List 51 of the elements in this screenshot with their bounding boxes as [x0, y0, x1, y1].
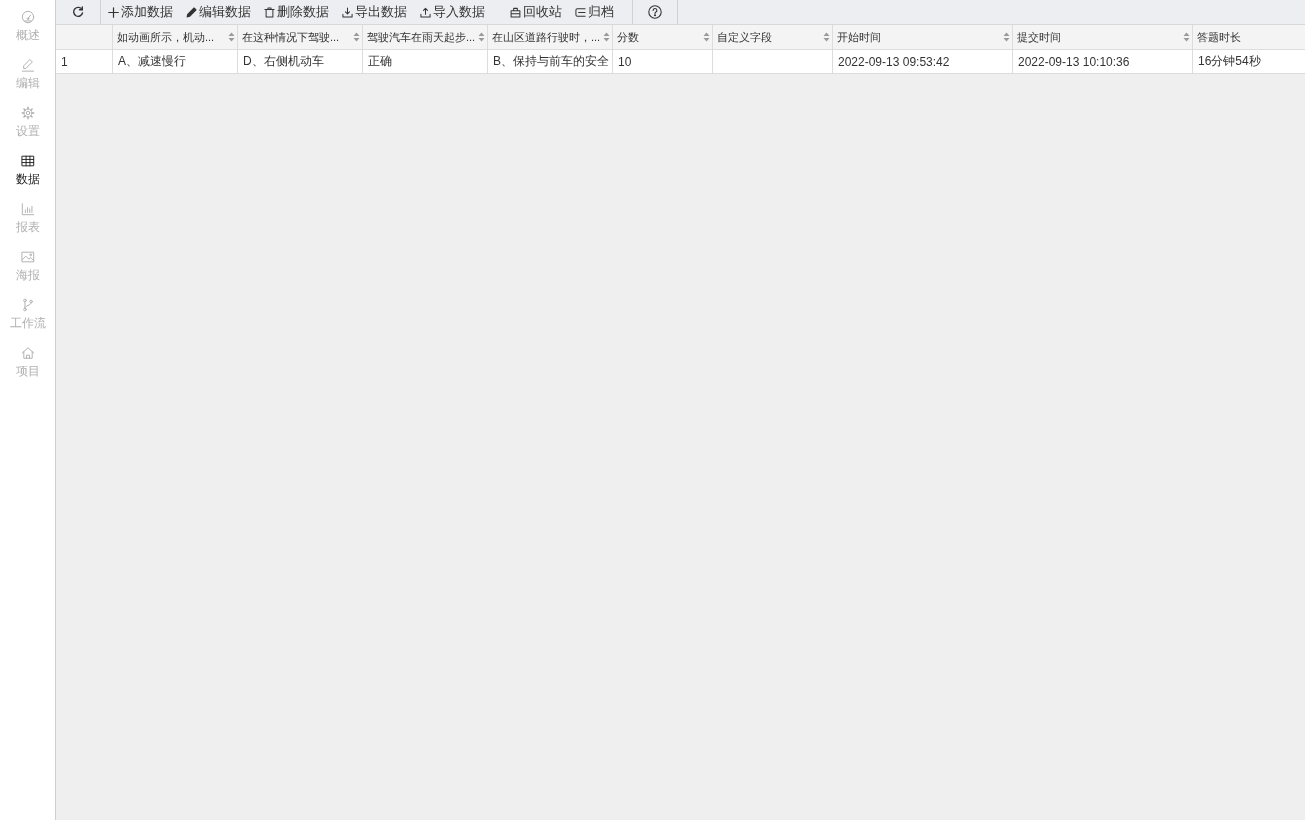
toolbar-button[interactable]: 回收站	[508, 0, 564, 24]
gear-icon	[20, 106, 35, 120]
column-header[interactable]: 开始时间	[833, 25, 1013, 50]
bar-chart-icon	[20, 202, 35, 216]
table-cell: B、保持与前车的安全	[488, 50, 613, 74]
toolbar-button[interactable]: 导入数据	[418, 0, 487, 24]
sidebar-item[interactable]: 数据	[0, 145, 55, 193]
home-icon	[20, 346, 35, 360]
briefcase-icon	[510, 6, 521, 18]
download-icon	[342, 6, 353, 18]
gauge-icon	[20, 10, 35, 24]
column-header[interactable]: 在山区道路行驶时，...	[488, 25, 613, 50]
table-icon	[20, 154, 35, 168]
column-header[interactable]: 自定义字段	[713, 25, 833, 50]
column-header[interactable]: 答题时长	[1193, 25, 1305, 50]
pencil-icon	[186, 6, 197, 18]
branch-icon	[20, 298, 35, 312]
sort-icon[interactable]	[228, 32, 235, 42]
pencil-icon	[20, 58, 35, 72]
plus-icon	[108, 6, 119, 18]
toolbar-button[interactable]: 删除数据	[262, 0, 331, 24]
table-cell: 2022-09-13 09:53:42	[833, 50, 1013, 74]
row-number: 1	[56, 50, 113, 74]
help-icon	[648, 5, 662, 19]
toolbar-button[interactable]: 导出数据	[340, 0, 409, 24]
toolbar-button[interactable]: 添加数据	[106, 0, 175, 24]
sort-icon[interactable]	[603, 32, 610, 42]
sort-icon[interactable]	[1003, 32, 1010, 42]
column-header[interactable]: 分数	[613, 25, 713, 50]
sort-icon[interactable]	[478, 32, 485, 42]
sort-icon[interactable]	[703, 32, 710, 42]
sort-icon[interactable]	[1183, 32, 1190, 42]
sort-icon[interactable]	[823, 32, 830, 42]
bracket-icon	[575, 6, 586, 18]
sort-icon[interactable]	[353, 32, 360, 42]
column-header[interactable]: 在这种情况下驾驶...	[238, 25, 363, 50]
trash-icon	[264, 6, 275, 18]
toolbar-button[interactable]: 编辑数据	[184, 0, 253, 24]
table-cell: D、右侧机动车	[238, 50, 363, 74]
column-header[interactable]: 驾驶汽车在雨天起步...	[363, 25, 488, 50]
table-cell: 10	[613, 50, 713, 74]
table-cell: 16分钟54秒	[1193, 50, 1305, 74]
table-cell: 正确	[363, 50, 488, 74]
column-header[interactable]: 如动画所示，机动...	[113, 25, 238, 50]
upload-icon	[420, 6, 431, 18]
refresh-icon	[72, 6, 84, 18]
image-icon	[20, 250, 35, 264]
table-cell: 2022-09-13 10:10:36	[1013, 50, 1193, 74]
toolbar-button[interactable]: 归档	[573, 0, 616, 24]
table-cell: A、减速慢行	[113, 50, 238, 74]
column-header[interactable]: 提交时间	[1013, 25, 1193, 50]
